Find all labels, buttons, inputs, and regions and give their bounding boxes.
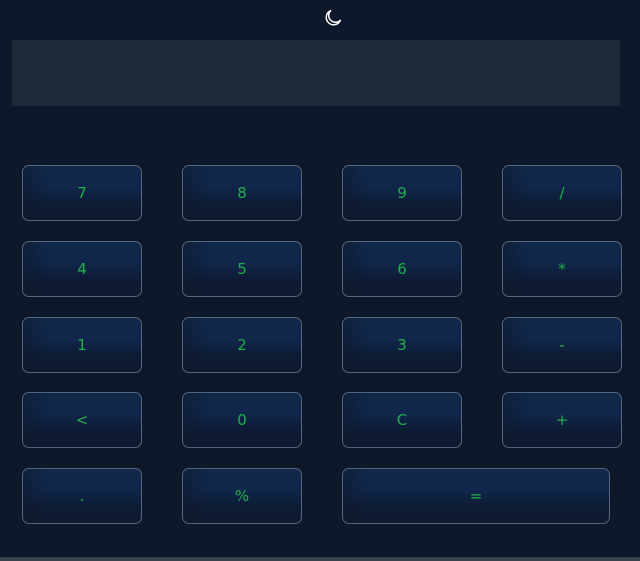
key-backspace[interactable]: < [22,392,142,448]
key-add[interactable]: + [502,392,622,448]
key-7[interactable]: 7 [22,165,142,221]
bottom-edge-bar [0,557,640,561]
key-5[interactable]: 5 [182,241,302,297]
key-6[interactable]: 6 [342,241,462,297]
key-9[interactable]: 9 [342,165,462,221]
key-divide[interactable]: / [502,165,622,221]
key-2[interactable]: 2 [182,317,302,373]
key-clear[interactable]: C [342,392,462,448]
key-3[interactable]: 3 [342,317,462,373]
key-4[interactable]: 4 [22,241,142,297]
key-percent[interactable]: % [182,468,302,524]
key-subtract[interactable]: - [502,317,622,373]
key-0[interactable]: 0 [182,392,302,448]
theme-toggle-button[interactable] [322,7,344,29]
key-equals[interactable]: = [342,468,610,524]
crescent-moon-icon [325,9,342,26]
calculator-display [12,40,620,106]
key-8[interactable]: 8 [182,165,302,221]
key-decimal[interactable]: . [22,468,142,524]
key-1[interactable]: 1 [22,317,142,373]
key-multiply[interactable]: * [502,241,622,297]
